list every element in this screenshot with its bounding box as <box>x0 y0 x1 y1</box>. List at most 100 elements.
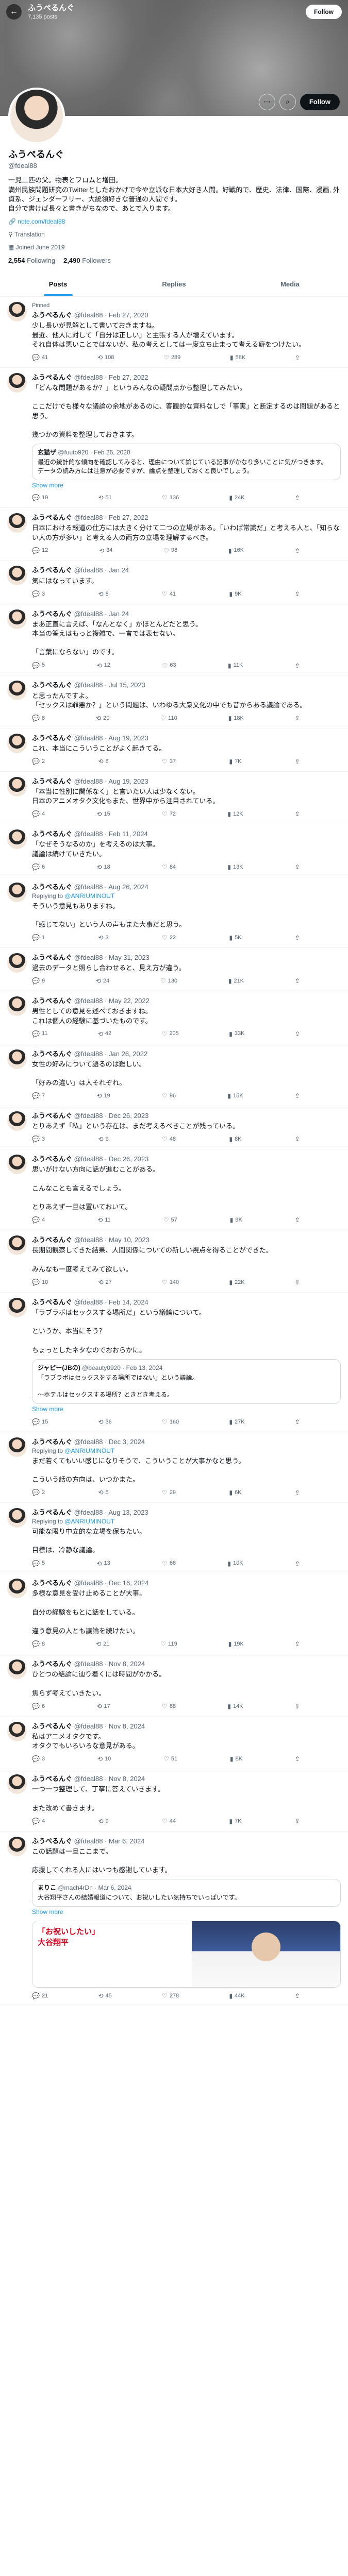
reply-action[interactable]: 💬 41 <box>32 353 48 362</box>
post[interactable]: ふうぺるんぐ @fdeal88 · Aug 19, 2023 これ、本当にこういう… <box>0 728 348 772</box>
share-action[interactable]: ⇪ <box>295 1817 300 1826</box>
reply-action[interactable]: 💬 2 <box>32 757 45 766</box>
post-avatar[interactable] <box>7 1507 27 1528</box>
post-author[interactable]: ふうぺるんぐ <box>32 1155 72 1163</box>
repost-action[interactable]: ⟲ 45 <box>98 1992 111 2001</box>
post-author[interactable]: ふうぺるんぐ <box>32 954 72 961</box>
like-action[interactable]: ♡ 72 <box>162 810 176 819</box>
repost-action[interactable]: ⟲ 9 <box>98 1135 108 1144</box>
reply-action[interactable]: 💬 21 <box>32 1992 48 2001</box>
post-avatar[interactable] <box>7 1437 27 1457</box>
share-action[interactable]: ⇪ <box>295 1488 300 1497</box>
repost-action[interactable]: ⟲ 21 <box>96 1640 109 1649</box>
reply-action[interactable]: 💬 3 <box>32 1135 45 1144</box>
repost-action[interactable]: ⟲ 12 <box>97 662 110 670</box>
repost-action[interactable]: ⟲ 27 <box>98 1278 111 1287</box>
post-avatar[interactable] <box>7 1721 27 1741</box>
quoted-post[interactable]: まりこ @mach4rDn · Mar 6, 2024 大谷翔平さんの結婚報道につ… <box>32 1879 341 1907</box>
reply-to-handle[interactable]: @ANRIUMINOUT <box>64 1518 114 1525</box>
post[interactable]: ふうぺるんぐ @fdeal88 · May 31, 2023 過去のデータと照らし… <box>0 948 348 992</box>
views-action[interactable]: ▮ 33K <box>229 1030 244 1039</box>
post-avatar[interactable] <box>7 372 27 393</box>
reply-action[interactable]: 💬 1 <box>32 934 45 942</box>
tab-replies[interactable]: Replies <box>116 273 232 296</box>
views-action[interactable]: ▮ 9K <box>229 590 241 599</box>
post-media[interactable]: 「お祝いしたい」 大谷翔平 <box>32 1920 341 1988</box>
repost-action[interactable]: ⟲ 11 <box>97 1216 110 1225</box>
views-action[interactable]: ▮ 5K <box>229 934 241 942</box>
repost-action[interactable]: ⟲ 10 <box>97 1755 111 1764</box>
share-action[interactable]: ⇪ <box>295 590 300 599</box>
reply-action[interactable]: 💬 3 <box>32 590 45 599</box>
repost-action[interactable]: ⟲ 13 <box>96 1560 110 1568</box>
like-action[interactable]: ♡ 41 <box>162 590 176 599</box>
follow-button[interactable]: Follow <box>300 94 340 111</box>
share-action[interactable]: ⇪ <box>295 353 300 362</box>
post-avatar[interactable] <box>7 953 27 973</box>
reply-action[interactable]: 💬 10 <box>32 1278 48 1287</box>
views-action[interactable]: ▮ 18K <box>228 714 244 723</box>
repost-action[interactable]: ⟲ 24 <box>96 977 109 986</box>
reply-action[interactable]: 💬 5 <box>32 1560 45 1568</box>
post-author[interactable]: ふうぺるんぐ <box>32 1438 72 1446</box>
repost-action[interactable]: ⟲ 19 <box>96 1092 110 1100</box>
post-avatar[interactable] <box>7 1235 27 1256</box>
tab-posts[interactable]: Posts <box>0 273 116 297</box>
post-author[interactable]: ふうぺるんぐ <box>32 1775 72 1783</box>
post[interactable]: ふうぺるんぐ @fdeal88 · May 10, 2023 長期間観察してきた結… <box>0 1230 348 1293</box>
post-author[interactable]: ふうぺるんぐ <box>32 830 72 838</box>
share-action[interactable]: ⇪ <box>295 1992 300 2001</box>
like-action[interactable]: ♡ 98 <box>163 547 177 555</box>
reply-action[interactable]: 💬 4 <box>32 1216 45 1225</box>
reply-action[interactable]: 💬 8 <box>32 1640 45 1649</box>
like-action[interactable]: ♡ 140 <box>162 1278 179 1287</box>
reply-action[interactable]: 💬 12 <box>32 547 48 555</box>
share-action[interactable]: ⇪ <box>295 757 300 766</box>
like-action[interactable]: ♡ 37 <box>162 757 176 766</box>
post[interactable]: ふうぺるんぐ @fdeal88 · Feb 27, 2022 「どんな問題があるか… <box>0 368 348 509</box>
share-action[interactable]: ⇪ <box>295 662 300 670</box>
post-author[interactable]: ふうぺるんぐ <box>32 997 72 1005</box>
like-action[interactable]: ♡ 110 <box>160 714 177 723</box>
post[interactable]: ふうぺるんぐ @fdeal88 · Feb 14, 2024 「ラブラボはセックス… <box>0 1293 348 1432</box>
views-action[interactable]: ▮ 14K <box>227 1702 243 1711</box>
like-action[interactable]: ♡ 96 <box>162 1092 176 1100</box>
profile-link[interactable]: note.com/fdeal88 <box>18 218 65 225</box>
post-avatar[interactable] <box>7 829 27 850</box>
post[interactable]: ふうぺるんぐ @fdeal88 · Jan 24 まあ正直に言えば、「なんとなく」… <box>0 604 348 676</box>
reply-action[interactable]: 💬 9 <box>32 977 45 986</box>
reply-action[interactable]: 💬 3 <box>32 1755 45 1764</box>
share-action[interactable]: ⇪ <box>295 1418 300 1427</box>
repost-action[interactable]: ⟲ 6 <box>98 757 108 766</box>
share-action[interactable]: ⇪ <box>295 977 300 986</box>
post-author[interactable]: ふうぺるんぐ <box>32 734 72 742</box>
share-action[interactable]: ⇪ <box>295 1560 300 1568</box>
post[interactable]: ふうぺるんぐ @fdeal88 · Dec 3, 2024 Replying to… <box>0 1432 348 1503</box>
repost-action[interactable]: ⟲ 9 <box>98 1817 108 1826</box>
reply-action[interactable]: 💬 8 <box>32 714 45 723</box>
views-action[interactable]: ▮ 27K <box>229 1418 244 1427</box>
repost-action[interactable]: ⟲ 17 <box>96 1702 110 1711</box>
post-author[interactable]: ふうぺるんぐ <box>32 514 72 521</box>
post[interactable]: ふうぺるんぐ @fdeal88 · Aug 26, 2024 Replying t… <box>0 877 348 948</box>
post-avatar[interactable] <box>7 1836 27 1856</box>
post-author[interactable]: ふうぺるんぐ <box>32 1236 72 1244</box>
views-action[interactable]: ▮ 13K <box>227 863 243 872</box>
post[interactable]: ふうぺるんぐ @fdeal88 · Jan 26, 2022 女性の好みについて語… <box>0 1044 348 1107</box>
post[interactable]: ふうぺるんぐ @fdeal88 · Aug 13, 2023 Replying t… <box>0 1503 348 1574</box>
share-action[interactable]: ⇪ <box>295 934 300 942</box>
post-avatar[interactable] <box>7 513 27 533</box>
like-action[interactable]: ♡ 136 <box>162 494 179 502</box>
post-author[interactable]: ふうぺるんぐ <box>32 1050 72 1058</box>
post-avatar[interactable] <box>7 996 27 1016</box>
reply-to-handle[interactable]: @ANRIUMINOUT <box>64 892 114 900</box>
share-action[interactable]: ⇪ <box>295 1092 300 1100</box>
views-action[interactable]: ▮ 9K <box>230 1216 242 1225</box>
share-action[interactable]: ⇪ <box>295 810 300 819</box>
repost-action[interactable]: ⟲ 20 <box>96 714 109 723</box>
post-avatar[interactable] <box>7 1659 27 1680</box>
views-action[interactable]: ▮ 19K <box>228 1640 244 1649</box>
post[interactable]: ふうぺるんぐ @fdeal88 · Dec 16, 2024 多様な意見を受け止め… <box>0 1573 348 1655</box>
post[interactable]: ふうぺるんぐ @fdeal88 · Feb 27, 2022 日本における報道の仕… <box>0 508 348 561</box>
post[interactable]: ふうぺるんぐ @fdeal88 · Jul 15, 2023 と思ったんですよ。 … <box>0 675 348 728</box>
